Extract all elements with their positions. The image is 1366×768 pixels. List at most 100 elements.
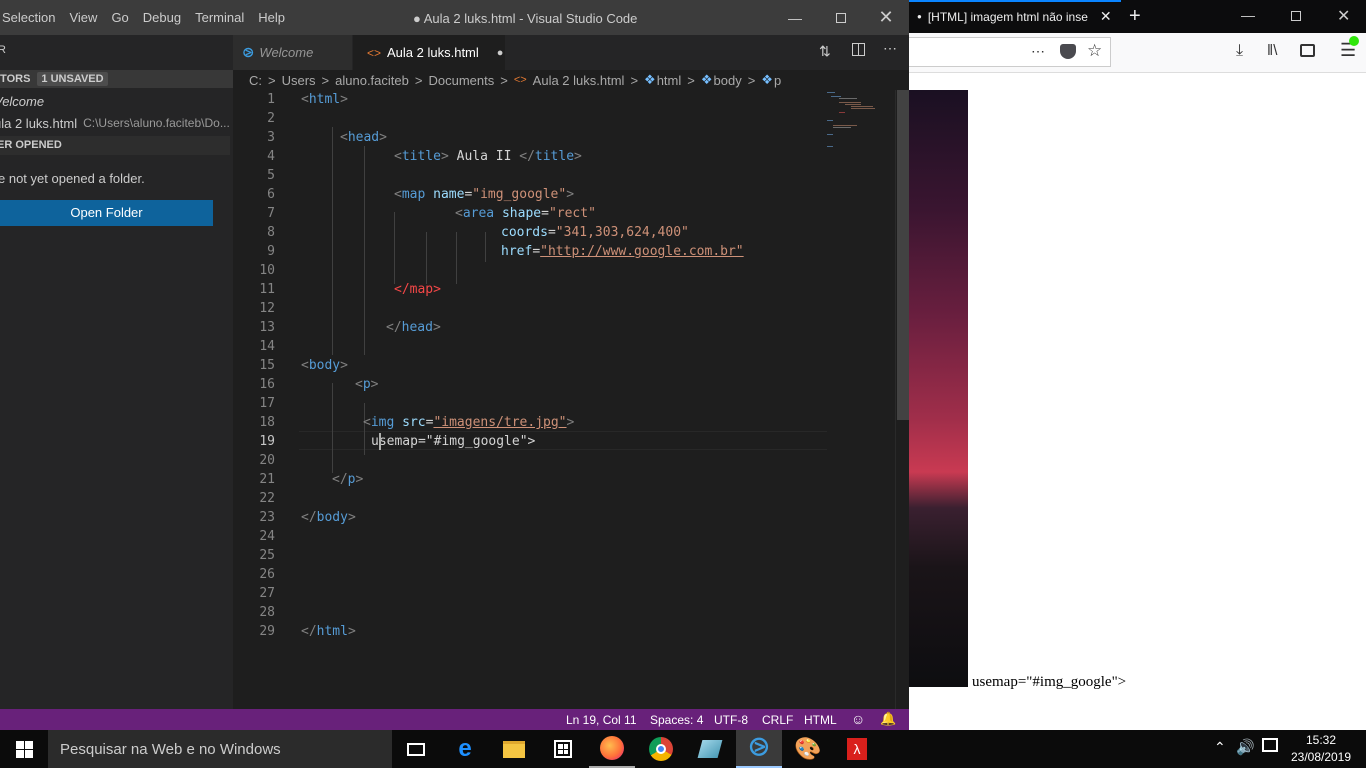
- url-bar[interactable]: ⋯ ☆: [909, 37, 1111, 67]
- app-button[interactable]: [687, 730, 733, 768]
- code-line-4: <title> Aula II </title>: [394, 149, 582, 164]
- line-number: 3: [267, 130, 275, 145]
- breadcrumb-user[interactable]: aluno.faciteb: [335, 73, 409, 88]
- menu-debug[interactable]: Debug: [136, 10, 188, 25]
- taskbar-search[interactable]: Pesquisar na Web e no Windows: [48, 730, 392, 768]
- indent-guide: [394, 212, 395, 284]
- pocket-icon[interactable]: [1060, 44, 1076, 59]
- breadcrumb-sep: >: [414, 72, 423, 88]
- line-number: 10: [259, 263, 275, 278]
- breadcrumb-users[interactable]: Users: [282, 73, 316, 88]
- breadcrumb-p[interactable]: p: [774, 73, 781, 88]
- scrollbar-thumb[interactable]: [897, 90, 909, 420]
- breadcrumb-body[interactable]: body: [714, 73, 742, 88]
- page-actions-icon[interactable]: ⋯: [1031, 43, 1045, 60]
- more-actions-icon[interactable]: ⋯: [883, 40, 897, 57]
- open-editor-welcome[interactable]: Velcome: [0, 91, 44, 111]
- open-editor-welcome-label: Velcome: [0, 93, 45, 109]
- tab-aula-2-luks-label: Aula 2 luks.html: [387, 45, 479, 60]
- firefox-tabstrip: ● [HTML] imagem html não inse ✕ + — ✕: [909, 0, 1366, 33]
- attr-coords: coords: [501, 225, 548, 240]
- new-tab-button[interactable]: +: [1129, 5, 1141, 28]
- file-explorer-button[interactable]: [491, 730, 537, 768]
- chrome-button[interactable]: [638, 730, 684, 768]
- breadcrumb-sep: >: [500, 72, 508, 88]
- edge-button[interactable]: e: [442, 730, 488, 768]
- breadcrumb-documents[interactable]: Documents: [428, 73, 494, 88]
- close-tab-icon[interactable]: ✕: [1100, 8, 1112, 25]
- ff-close-button[interactable]: ✕: [1337, 6, 1350, 26]
- language-mode[interactable]: HTML: [804, 713, 837, 727]
- minimize-button[interactable]: —: [772, 0, 818, 35]
- bell-icon[interactable]: 🔔: [880, 711, 896, 727]
- menu-terminal[interactable]: Terminal: [188, 10, 251, 25]
- breadcrumb-sep: >: [747, 72, 756, 88]
- firefox-button[interactable]: [589, 730, 635, 768]
- no-folder-header[interactable]: ER OPENED: [0, 136, 230, 155]
- menu-selection[interactable]: Selection: [0, 10, 62, 25]
- open-editor-file[interactable]: ula 2 luks.html C:\Users\aluno.faciteb\D…: [0, 113, 233, 133]
- unsaved-badge: 1 UNSAVED: [37, 72, 108, 86]
- attr-src: src: [402, 415, 426, 430]
- paint-button[interactable]: 🎨: [785, 730, 831, 768]
- indentation[interactable]: Spaces: 4: [650, 713, 703, 727]
- clock[interactable]: 15:32 23/08/2019: [1288, 732, 1354, 766]
- code-editor[interactable]: 1 2 3 4 5 6 7 8 9 10 11 12 13 14 15 16 17 18 19 20 21 22 23 24 2…: [233, 90, 909, 709]
- start-button[interactable]: [0, 730, 48, 768]
- ff-minimize-button[interactable]: —: [1241, 7, 1255, 23]
- line-number: 11: [259, 282, 275, 297]
- tab-welcome[interactable]: ⧁ Welcome: [233, 35, 352, 70]
- close-window-button[interactable]: ✕: [863, 0, 909, 35]
- ff-restore-button[interactable]: [1291, 11, 1301, 21]
- library-icon[interactable]: ‖\: [1267, 42, 1277, 59]
- downloads-icon[interactable]: ⤓: [1236, 42, 1243, 60]
- vscode-button[interactable]: ⧁: [736, 730, 782, 768]
- tab-welcome-label: Welcome: [259, 45, 314, 60]
- code-line-29: </html>: [301, 624, 356, 639]
- line-number: 22: [259, 491, 275, 506]
- open-folder-button[interactable]: Open Folder: [0, 200, 213, 226]
- bookmark-star-icon[interactable]: ☆: [1087, 41, 1102, 61]
- menu-view[interactable]: View: [62, 10, 104, 25]
- unsaved-dot-icon[interactable]: ●: [497, 47, 504, 59]
- text-cursor: [379, 433, 381, 450]
- cursor-position[interactable]: Ln 19, Col 11: [566, 713, 637, 727]
- open-editors-label: ITORS: [0, 73, 31, 85]
- store-button[interactable]: [540, 730, 586, 768]
- acrobat-button[interactable]: λ: [834, 730, 880, 768]
- attr-value-link[interactable]: "http://www.google.com.br": [540, 244, 744, 259]
- task-view-button[interactable]: [393, 730, 439, 768]
- volume-icon[interactable]: 🔊: [1236, 738, 1255, 756]
- sidebar-icon[interactable]: [1300, 44, 1315, 57]
- symbol-icon: ❖: [644, 72, 656, 87]
- tab-aula-2-luks[interactable]: <> Aula 2 luks.html ●: [353, 35, 505, 70]
- breadcrumb-drive[interactable]: C:: [249, 73, 262, 88]
- breadcrumb-sep: >: [321, 72, 330, 88]
- split-editor-icon[interactable]: [852, 43, 865, 56]
- line-ending[interactable]: CRLF: [762, 713, 793, 727]
- menu-go[interactable]: Go: [104, 10, 135, 25]
- line-number: 26: [259, 567, 275, 582]
- show-hidden-icons-icon[interactable]: ⌃: [1214, 739, 1226, 756]
- firefox-tab[interactable]: ● [HTML] imagem html não inse ✕: [909, 0, 1121, 33]
- line-number: 5: [267, 168, 275, 183]
- smiley-feedback-icon[interactable]: ☺: [851, 711, 865, 727]
- sunset-image[interactable]: [909, 90, 968, 687]
- tag-head: head: [347, 130, 380, 145]
- minimap[interactable]: [825, 90, 895, 160]
- breadcrumb-html[interactable]: html: [657, 73, 682, 88]
- vertical-scrollbar[interactable]: [895, 90, 909, 709]
- attr-value-link[interactable]: "imagens/tre.jpg": [433, 415, 566, 430]
- action-center-icon[interactable]: [1262, 738, 1278, 752]
- breadcrumb-file[interactable]: Aula 2 luks.html: [533, 73, 625, 88]
- code-line-21: </p>: [332, 472, 364, 487]
- compare-changes-icon[interactable]: ⇅: [819, 43, 831, 60]
- html-file-icon: <>: [367, 45, 382, 60]
- indent-guide: [485, 232, 486, 262]
- maximize-button[interactable]: [818, 0, 864, 35]
- menu-help[interactable]: Help: [251, 10, 292, 25]
- encoding[interactable]: UTF-8: [714, 713, 748, 727]
- close-icon: ✕: [878, 7, 894, 27]
- open-editors-header[interactable]: ITORS 1 UNSAVED: [0, 70, 233, 88]
- taskbar-search-placeholder: Pesquisar na Web e no Windows: [60, 741, 281, 758]
